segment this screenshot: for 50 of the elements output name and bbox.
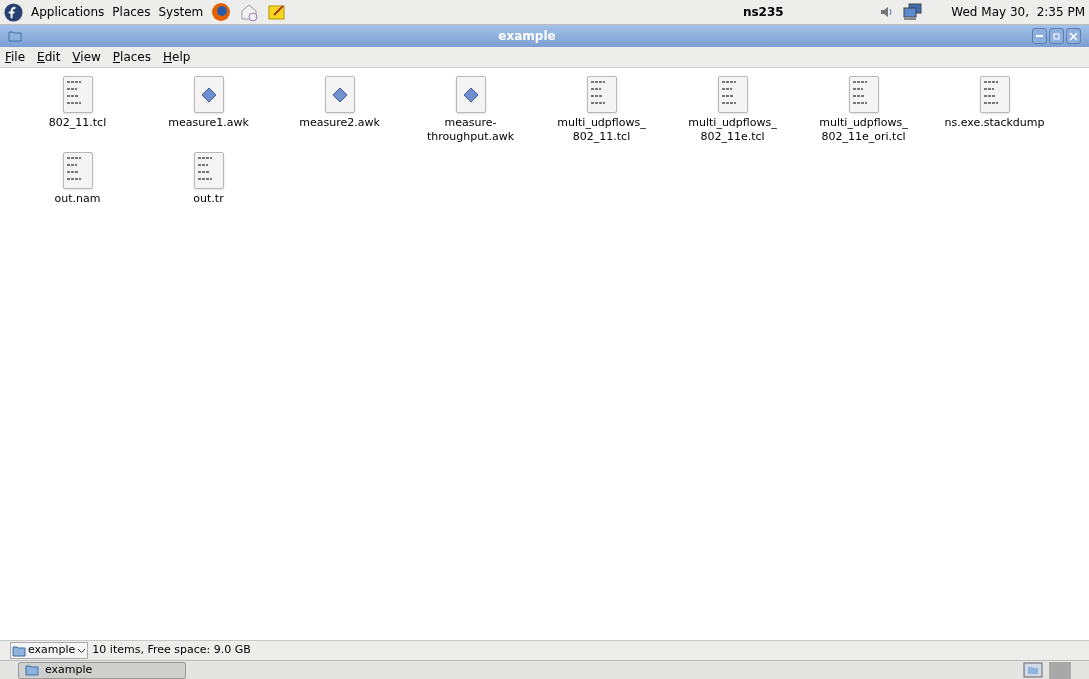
workspace-switcher[interactable] xyxy=(1049,661,1071,679)
maximize-icon xyxy=(1052,31,1061,41)
panel-menu[interactable]: Applications xyxy=(31,3,105,21)
file-name[interactable]: multi_udpflows_ 802_11e_ori.tcl xyxy=(819,116,908,144)
folder-icon xyxy=(8,30,22,42)
file-name[interactable]: 802_11.tcl xyxy=(48,116,107,130)
diamond-icon xyxy=(462,86,479,103)
maximize-button[interactable] xyxy=(1049,28,1064,44)
location-dropdown[interactable]: example xyxy=(10,642,89,659)
menu-item[interactable]: Edit xyxy=(37,48,61,66)
file-name[interactable]: out.nam xyxy=(54,192,101,206)
file-name[interactable]: measure2.awk xyxy=(299,116,380,130)
file-icon xyxy=(586,76,617,113)
panel-menu[interactable]: System xyxy=(158,3,204,21)
diamond-icon xyxy=(331,86,348,103)
file-icon xyxy=(848,76,879,113)
note-icon[interactable] xyxy=(267,2,288,22)
file-icon xyxy=(62,152,93,189)
folder-icon xyxy=(25,664,39,676)
network-icon[interactable] xyxy=(903,3,924,21)
file-icon xyxy=(62,76,93,113)
file-icon xyxy=(717,76,748,113)
diamond-icon xyxy=(200,86,217,103)
hostname: ns235 xyxy=(742,4,784,21)
caret-icon xyxy=(77,647,87,654)
mail-icon[interactable] xyxy=(239,2,260,22)
close-icon xyxy=(1069,31,1078,41)
panel-menu[interactable]: Places xyxy=(112,3,151,21)
file-name[interactable]: multi_udpflows_ 802_11.tcl xyxy=(557,116,646,144)
browser-icon[interactable] xyxy=(211,2,232,22)
menu-item[interactable]: Places xyxy=(112,48,151,66)
menu-item[interactable]: Help xyxy=(163,48,191,66)
file-name[interactable]: ns.exe.stackdump xyxy=(944,116,1045,130)
file-name[interactable]: measure1.awk xyxy=(168,116,249,130)
file-name[interactable]: measure- throughput.awk xyxy=(426,116,515,144)
window-title: example xyxy=(497,28,557,45)
minimize-button[interactable] xyxy=(1032,28,1047,44)
folder-icon xyxy=(12,644,26,657)
file-icon xyxy=(979,76,1010,113)
status-text: 10 items, Free space: 9.0 GB xyxy=(92,642,251,659)
clock[interactable]: Wed May 30, 2:35 PM xyxy=(951,3,1085,21)
menu-item[interactable]: File xyxy=(5,48,26,66)
file-icon xyxy=(193,152,224,189)
minimize-icon xyxy=(1035,35,1044,37)
menu-item[interactable]: View xyxy=(72,48,101,66)
taskbar-button[interactable]: example xyxy=(18,661,186,679)
logo-icon[interactable] xyxy=(4,2,23,22)
file-name[interactable]: out.tr xyxy=(193,192,224,206)
file-name[interactable]: multi_udpflows_ 802_11e.tcl xyxy=(688,116,777,144)
close-button[interactable] xyxy=(1066,28,1081,44)
